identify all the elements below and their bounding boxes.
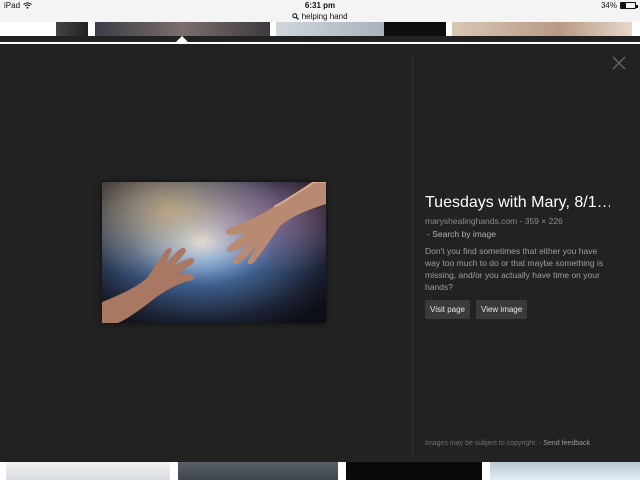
result-thumbnail[interactable]	[490, 462, 640, 480]
result-thumbnail[interactable]	[178, 462, 338, 480]
source-domain[interactable]: maryshealinghands.com	[425, 216, 517, 226]
close-icon[interactable]	[611, 55, 627, 71]
visit-page-button[interactable]: Visit page	[425, 300, 470, 319]
result-thumbnail[interactable]	[346, 462, 482, 480]
action-buttons: Visit page View image	[425, 300, 625, 319]
result-thumbnail[interactable]	[452, 22, 632, 36]
search-query-bar[interactable]: helping hand	[0, 12, 640, 22]
search-by-image-link[interactable]: - Search by image	[427, 229, 625, 239]
result-thumbnail[interactable]	[276, 22, 384, 36]
panel-divider	[412, 56, 413, 456]
result-thumbnail[interactable]	[6, 462, 170, 480]
battery-icon	[620, 2, 638, 9]
search-query-text: helping hand	[301, 12, 348, 21]
send-feedback-link[interactable]: Send feedback	[543, 440, 590, 447]
image-title[interactable]: Tuesdays with Mary, 8/1…	[425, 194, 610, 212]
image-dimensions: 359 × 226	[524, 216, 563, 226]
battery-fill	[621, 3, 626, 8]
search-icon	[292, 13, 300, 20]
copyright-notice: Images may be subject to copyright.	[425, 440, 538, 447]
preview-image[interactable]	[102, 182, 326, 323]
selected-caret	[176, 36, 188, 42]
image-meta: maryshealinghands.com - 359 × 226	[425, 216, 625, 226]
helping-hands-image	[102, 182, 326, 323]
battery-percent: 34%	[600, 1, 617, 10]
image-description: Don't you find sometimes that either you…	[425, 246, 604, 292]
result-thumbnails-top	[0, 22, 640, 36]
result-thumbnail[interactable]	[8, 22, 88, 36]
image-info: Tuesdays with Mary, 8/1… maryshealinghan…	[425, 194, 625, 319]
result-thumbnails-bottom	[0, 462, 640, 480]
status-bar: iPad 6:31 pm 34%	[0, 0, 640, 12]
result-thumbnail[interactable]	[384, 22, 446, 36]
image-viewer-page: iPad 6:31 pm 34% helping hand Tuesdays w…	[0, 0, 640, 480]
status-time: 6:31 pm	[304, 1, 336, 10]
image-detail-panel: Tuesdays with Mary, 8/1… maryshealinghan…	[0, 44, 640, 462]
panel-footer: Images may be subject to copyright. - Se…	[425, 440, 590, 447]
view-image-button[interactable]: View image	[476, 300, 528, 319]
search-by-image-label: Search by image	[432, 229, 496, 239]
status-right: 34%	[600, 1, 638, 10]
result-thumbnail-selected[interactable]	[95, 22, 270, 36]
